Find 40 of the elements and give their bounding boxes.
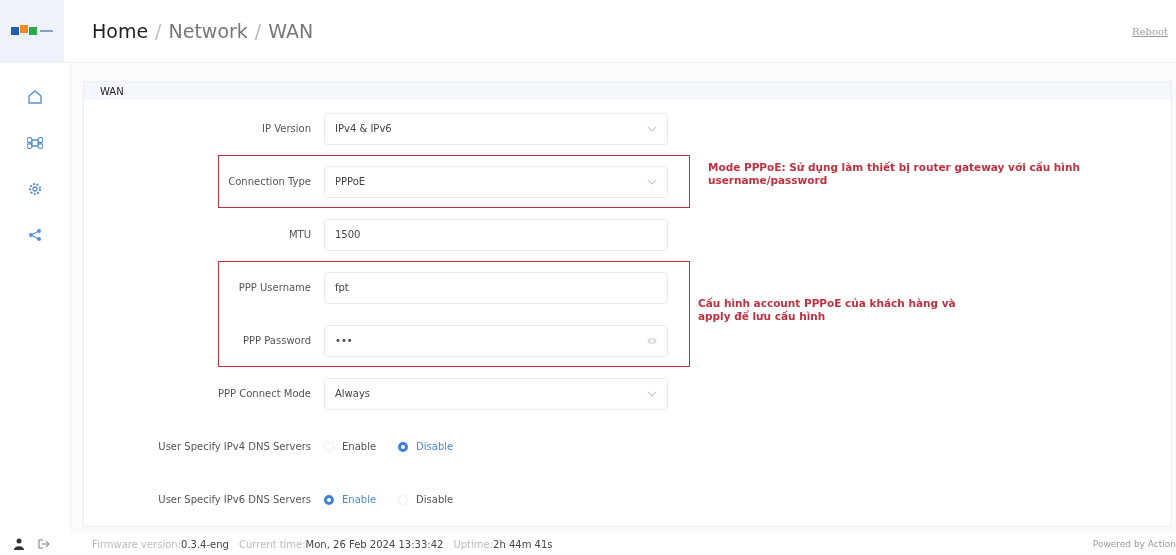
input-field[interactable]: fpt <box>324 271 668 304</box>
field-label: PPP Password <box>242 335 312 346</box>
card-title: WAN <box>100 85 124 97</box>
settings-icon[interactable] <box>27 181 43 197</box>
annotation-note: Cấu hình account PPPoE của khách hàng và apply để lưu cấu hình <box>698 297 957 323</box>
field-label: PPP Connect Mode <box>216 388 312 399</box>
radio-option[interactable]: Disable <box>398 494 454 505</box>
user-icon[interactable] <box>14 538 24 550</box>
field-label: PPP Username <box>237 282 312 293</box>
input-field[interactable]: 1500 <box>324 218 668 251</box>
select-field[interactable]: PPPoE <box>324 165 668 198</box>
chevron-icon <box>647 178 657 185</box>
logo-icon <box>11 25 53 37</box>
command-icon[interactable] <box>27 135 43 151</box>
field-label: User Specify IPv4 DNS Servers <box>157 441 312 452</box>
breadcrumb-separator: / <box>254 20 262 42</box>
powered-by-text: Powered by Action <box>1092 539 1176 549</box>
breadcrumb-link[interactable]: Home <box>92 20 149 42</box>
field-label: IP Version <box>261 123 312 134</box>
radio-option[interactable]: Enable <box>324 494 377 505</box>
status-text: Firmware version:0.3.4-eng <box>92 538 229 550</box>
field-label: User Specify IPv6 DNS Servers <box>157 494 312 505</box>
status-text: Current time:Mon, 26 Feb 2024 13:33:42 <box>238 538 444 550</box>
share-icon[interactable] <box>27 227 43 243</box>
radio-option[interactable]: Enable <box>324 441 377 452</box>
breadcrumb-link[interactable]: Network <box>168 20 248 42</box>
breadcrumb-link[interactable]: WAN <box>268 20 314 42</box>
chevron-icon <box>647 125 657 132</box>
select-field[interactable]: IPv4 & IPv6 <box>324 112 668 145</box>
select-field[interactable]: Always <box>324 377 668 410</box>
logout-icon[interactable] <box>38 539 50 549</box>
annotation-note: Mode PPPoE: Sử dụng làm thiết bị router gateway với cấu hình username/password <box>708 161 1081 187</box>
breadcrumb-separator: / <box>155 20 162 42</box>
status-text: Uptime:2h 44m 41s <box>453 538 553 550</box>
password-field[interactable]: ••• <box>324 324 668 357</box>
radio-option[interactable]: Disable <box>398 441 454 452</box>
field-label: MTU <box>287 229 312 240</box>
field-label: Connection Type <box>227 176 312 187</box>
home-icon[interactable] <box>27 89 43 105</box>
chevron-icon <box>647 390 657 397</box>
